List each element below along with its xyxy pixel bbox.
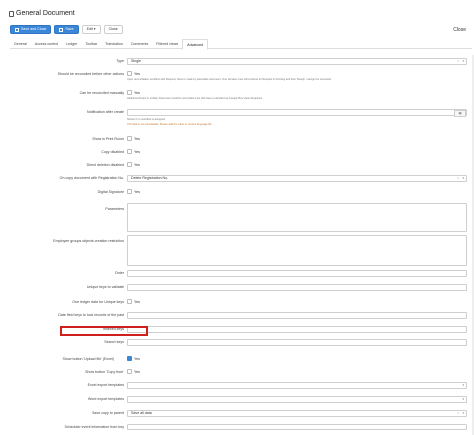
save-copy-label: Save copy to parent [92, 411, 124, 415]
unique-validate-label: Unique keys to validate [86, 285, 124, 289]
save-and-close-button[interactable]: Save and Close [10, 25, 52, 34]
tab-ledger[interactable]: Ledger [62, 39, 81, 48]
order-label: Order [114, 271, 124, 275]
notification-help-2: This field is not translatable. Please a… [127, 123, 212, 126]
show-print-yes: Yes [134, 136, 140, 141]
close-button[interactable]: Close [103, 25, 123, 34]
copy-disabled-checkbox[interactable] [127, 149, 132, 154]
chevron-down-icon[interactable]: ▾ [462, 59, 464, 64]
show-copy-from-checkbox[interactable] [127, 369, 132, 374]
word-templates-select[interactable]: ▾ [127, 396, 467, 403]
notification-help-1: Shown if no workflow is assigned [127, 118, 166, 121]
save-icon [15, 27, 19, 32]
form-row-type: Type Single × ▾ [0, 58, 474, 65]
copy-disabled-label: Copy disabled [101, 150, 124, 154]
chevron-down-icon[interactable]: ▾ [462, 411, 464, 416]
employee-groups-textarea[interactable] [127, 235, 467, 266]
parameters-label: Parameters [105, 207, 124, 211]
window-header: General Document [0, 0, 474, 21]
clear-icon[interactable]: × [457, 411, 459, 416]
document-icon [9, 10, 14, 17]
excel-templates-select[interactable]: ▾ [127, 382, 467, 389]
date-field-label: Date field keys to lock records of the p… [58, 313, 124, 317]
chevron-down-icon[interactable]: ▾ [462, 383, 464, 388]
order-input[interactable] [127, 270, 467, 277]
reconciled-manually-label: Can be reconciled manually [79, 91, 124, 95]
indexed-keys-input[interactable] [127, 326, 467, 333]
notification-label: Notification after create [87, 110, 124, 114]
save-and-close-label: Save and Close [21, 27, 47, 31]
save-button[interactable]: Save [54, 25, 79, 34]
tab-advanced[interactable]: Advanced [182, 39, 209, 50]
save-label: Save [65, 27, 74, 31]
show-print-label: Show in Print Room [92, 137, 124, 141]
save-copy-select[interactable]: Save all data × ▾ [127, 410, 467, 417]
reconciled-manually-help: Additional button in toolbar. Document c… [127, 97, 262, 100]
form-row-save-copy: Save copy to parent Save all data × ▾ [0, 410, 474, 417]
chevron-down-icon[interactable]: ▾ [462, 176, 464, 181]
show-upload-excel-label: Show button 'Upload file' (Excel) [62, 357, 114, 361]
form-row-on-copy: On copy document with Registration No. D… [0, 175, 474, 182]
tab-filtered-views[interactable]: Filtered views [152, 39, 182, 48]
window-title: General Document [9, 10, 75, 17]
form-row-excel-templates: Excel export templates ▾ [0, 382, 474, 389]
digital-signature-label: Digital Signature [97, 190, 124, 194]
on-copy-select[interactable]: Delete Registration No. × ▾ [127, 175, 467, 182]
direct-deletion-label: Direct deletion disabled [86, 163, 124, 167]
employee-groups-label: Employee groups objects creation restric… [53, 239, 124, 243]
show-copy-from-yes: Yes [134, 369, 140, 374]
reconciled-help: Upon reconciliation workflow with Reques… [127, 78, 332, 81]
copy-disabled-yes: Yes [134, 149, 140, 154]
word-templates-label: Word export templates [87, 397, 124, 401]
on-copy-label: On copy document with Registration No. [59, 176, 124, 180]
tab-access-control[interactable]: Access control [31, 39, 62, 48]
tab-translation[interactable]: Translation [101, 39, 127, 48]
show-upload-excel-yes: Yes [134, 356, 140, 361]
reconciled-yes: Yes [134, 71, 140, 76]
show-copy-from-label: Show button 'Copy from' [85, 370, 124, 374]
type-select[interactable]: Single × ▾ [127, 58, 467, 65]
notification-input[interactable]: ▤ [127, 109, 467, 117]
type-label: Type [116, 59, 124, 63]
search-keys-label: Search keys [104, 340, 124, 344]
tab-bar: General Access control Ledger Toolbar Tr… [10, 39, 472, 50]
digital-signature-yes: Yes [134, 189, 140, 194]
clear-icon[interactable]: × [457, 59, 459, 64]
type-value: Single [131, 59, 141, 63]
tab-comments[interactable]: Comments [127, 39, 152, 48]
reconciled-manually-yes: Yes [134, 90, 140, 95]
unique-validate-input[interactable] [127, 284, 467, 291]
on-copy-value: Delete Registration No. [131, 176, 169, 180]
window-title-text: General Document [16, 10, 75, 17]
chevron-down-icon[interactable]: ▾ [462, 397, 464, 402]
edit-dropdown-button[interactable]: Edit ▾ [81, 25, 101, 34]
scheduler-input[interactable] [127, 424, 467, 430]
clear-icon[interactable]: × [457, 176, 459, 181]
save-icon [59, 27, 64, 32]
reconciled-checkbox[interactable] [127, 71, 132, 76]
scheduler-label: Scheduler event information from key [64, 425, 124, 429]
form-row-word-templates: Word export templates ▾ [0, 396, 474, 403]
show-upload-excel-checkbox[interactable] [127, 356, 132, 361]
parameters-textarea[interactable] [127, 203, 467, 232]
translate-icon[interactable]: ▤ [454, 110, 466, 117]
direct-deletion-yes: Yes [134, 162, 140, 167]
save-copy-value: Save all data [131, 411, 152, 415]
tab-toolbar[interactable]: Toolbar [81, 39, 101, 48]
highlight-annotation-box [60, 326, 148, 336]
search-keys-input[interactable] [127, 339, 467, 346]
reconciled-label: Should be reconciled before other action… [57, 72, 124, 76]
reconciled-manually-checkbox[interactable] [127, 90, 132, 95]
close-link[interactable]: Close [453, 27, 466, 33]
excel-templates-label: Excel export templates [87, 383, 124, 387]
show-print-checkbox[interactable] [127, 136, 132, 141]
one-ledger-label: One ledger data for Unique keys [72, 300, 124, 304]
direct-deletion-checkbox[interactable] [127, 162, 132, 167]
one-ledger-checkbox[interactable] [127, 299, 132, 304]
one-ledger-yes: Yes [134, 299, 140, 304]
tab-general[interactable]: General [10, 39, 31, 48]
digital-signature-checkbox[interactable] [127, 189, 132, 194]
date-field-input[interactable] [127, 312, 467, 319]
toolbar: Save and Close Save Edit ▾ Close [10, 25, 123, 34]
